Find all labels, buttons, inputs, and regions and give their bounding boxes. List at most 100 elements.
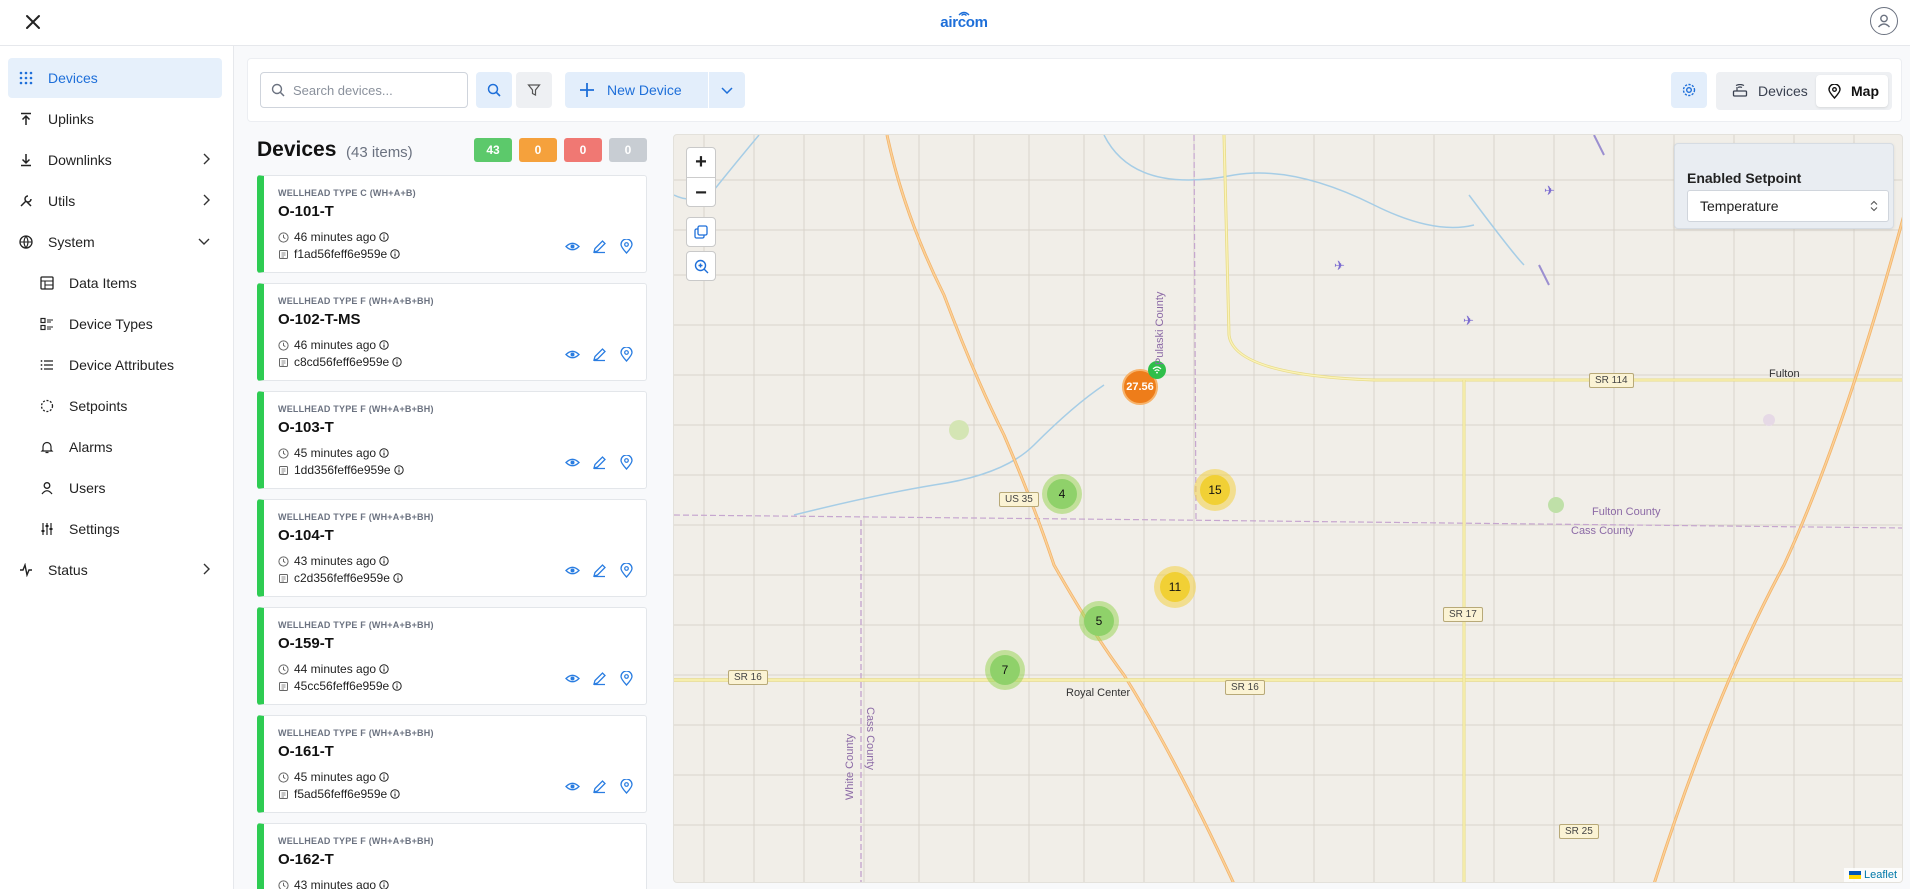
info-icon[interactable] xyxy=(379,772,389,782)
info-icon[interactable] xyxy=(393,573,403,583)
map-attribution[interactable]: Leaflet xyxy=(1843,868,1902,882)
sidebar-item-alarms[interactable]: Alarms xyxy=(8,427,222,467)
sidebar-item-label: Settings xyxy=(69,521,120,537)
locate-pin-icon[interactable] xyxy=(619,563,634,578)
device-type: WELLHEAD TYPE F (WH+A+B+BH) xyxy=(278,836,434,846)
info-icon[interactable] xyxy=(379,340,389,350)
device-card[interactable]: WELLHEAD TYPE F (WH+A+B+BH) O-102-T-MS 4… xyxy=(257,283,647,381)
sidebar-item-downlinks[interactable]: Downlinks xyxy=(8,140,222,180)
chip-icon xyxy=(278,681,289,692)
locate-pin-icon[interactable] xyxy=(619,455,634,470)
status-badge-alarm[interactable]: 0 xyxy=(564,138,602,162)
profile-button[interactable] xyxy=(1870,7,1898,35)
map-settings-button[interactable] xyxy=(1671,72,1707,108)
device-card[interactable]: WELLHEAD TYPE F (WH+A+B+BH) O-104-T 43 m… xyxy=(257,499,647,597)
view-map-button[interactable]: Map xyxy=(1816,75,1888,107)
edit-icon[interactable] xyxy=(592,563,607,578)
edit-icon[interactable] xyxy=(592,671,607,686)
select-arrows-icon xyxy=(1870,200,1878,212)
map-view[interactable]: + − Enabled Setpoint Temperature 4 15 11… xyxy=(673,134,1903,883)
sidebar-item-status[interactable]: Status xyxy=(8,550,222,590)
info-icon[interactable] xyxy=(390,789,400,799)
layers-icon xyxy=(694,225,708,239)
new-device-button[interactable]: New Device xyxy=(565,72,708,108)
locate-pin-icon[interactable] xyxy=(619,779,634,794)
edit-icon[interactable] xyxy=(592,347,607,362)
device-last-seen: 44 minutes ago xyxy=(278,662,389,676)
layers-button[interactable] xyxy=(686,217,716,247)
chip-icon xyxy=(278,573,289,584)
view-eye-icon[interactable] xyxy=(565,563,580,578)
view-devices-button[interactable]: Devices xyxy=(1720,75,1814,107)
status-badge-offline[interactable]: 0 xyxy=(609,138,647,162)
device-time-text: 46 minutes ago xyxy=(294,230,377,244)
close-button[interactable] xyxy=(20,9,46,35)
sidebar-item-device-types[interactable]: Device Types xyxy=(8,304,222,344)
sidebar-item-devices[interactable]: Devices xyxy=(8,58,222,98)
info-icon[interactable] xyxy=(379,556,389,566)
sidebar-item-uplinks[interactable]: Uplinks xyxy=(8,99,222,139)
locate-pin-icon[interactable] xyxy=(619,671,634,686)
sidebar-item-settings[interactable]: Settings xyxy=(8,509,222,549)
device-card[interactable]: WELLHEAD TYPE F (WH+A+B+BH) O-103-T 45 m… xyxy=(257,391,647,489)
info-icon[interactable] xyxy=(392,357,402,367)
view-eye-icon[interactable] xyxy=(565,347,580,362)
status-badge-ok[interactable]: 43 xyxy=(474,138,512,162)
view-toggle: Devices Map xyxy=(1716,72,1892,110)
filter-button[interactable] xyxy=(516,72,552,108)
edit-icon[interactable] xyxy=(592,239,607,254)
sidebar-item-device-attributes[interactable]: Device Attributes xyxy=(8,345,222,385)
info-icon[interactable] xyxy=(379,448,389,458)
sidebar: Devices Uplinks Downlinks Utils System D… xyxy=(0,46,234,889)
sidebar-item-utils[interactable]: Utils xyxy=(8,181,222,221)
edit-icon[interactable] xyxy=(592,455,607,470)
sidebar-item-users[interactable]: Users xyxy=(8,468,222,508)
info-icon[interactable] xyxy=(379,664,389,674)
map-cluster[interactable]: 11 xyxy=(1154,566,1196,608)
zoom-fit-button[interactable] xyxy=(686,251,716,281)
view-eye-icon[interactable] xyxy=(565,455,580,470)
map-cluster[interactable]: 7 xyxy=(985,650,1025,690)
status-badge-warning[interactable]: 0 xyxy=(519,138,557,162)
attribution-link[interactable]: Leaflet xyxy=(1864,869,1897,881)
zoom-out-button[interactable]: − xyxy=(687,178,715,208)
search-button[interactable] xyxy=(476,72,512,108)
view-eye-icon[interactable] xyxy=(565,671,580,686)
map-cluster[interactable]: 4 xyxy=(1042,474,1082,514)
sidebar-item-system[interactable]: System xyxy=(8,222,222,262)
zoom-in-button[interactable]: + xyxy=(687,148,715,178)
view-eye-icon[interactable] xyxy=(565,779,580,794)
info-icon[interactable] xyxy=(379,232,389,242)
info-icon[interactable] xyxy=(390,249,400,259)
map-cluster[interactable]: 15 xyxy=(1194,469,1236,511)
sidebar-item-setpoints[interactable]: Setpoints xyxy=(8,386,222,426)
info-icon[interactable] xyxy=(393,465,404,475)
device-card[interactable]: WELLHEAD TYPE C (WH+A+B) O-101-T 46 minu… xyxy=(257,175,647,273)
cluster-count: 7 xyxy=(990,655,1020,685)
info-icon[interactable] xyxy=(392,681,402,691)
locate-pin-icon[interactable] xyxy=(619,347,634,362)
info-icon[interactable] xyxy=(379,880,389,889)
device-name: O-161-T xyxy=(278,743,334,760)
device-actions xyxy=(565,347,634,362)
device-time-text: 46 minutes ago xyxy=(294,338,377,352)
road-shield-sr17: SR 17 xyxy=(1443,607,1483,622)
locate-pin-icon[interactable] xyxy=(619,239,634,254)
sidebar-item-label: Alarms xyxy=(69,439,113,455)
sidebar-item-data-items[interactable]: Data Items xyxy=(8,263,222,303)
top-bar: aircom xyxy=(0,0,1910,46)
map-cluster[interactable]: 5 xyxy=(1079,601,1119,641)
device-card[interactable]: WELLHEAD TYPE F (WH+A+B+BH) O-161-T 45 m… xyxy=(257,715,647,813)
setpoint-select[interactable]: Temperature xyxy=(1687,190,1889,222)
device-card[interactable]: WELLHEAD TYPE F (WH+A+B+BH) O-162-T 43 m… xyxy=(257,823,647,889)
setpoint-value: Temperature xyxy=(1700,198,1779,214)
alarm-bell-icon xyxy=(39,439,55,455)
airport-icon: ✈ xyxy=(1463,313,1474,328)
chevron-down-icon xyxy=(198,238,210,245)
new-device-dropdown[interactable] xyxy=(709,72,745,108)
search-input[interactable] xyxy=(293,82,453,98)
device-card[interactable]: WELLHEAD TYPE F (WH+A+B+BH) O-159-T 44 m… xyxy=(257,607,647,705)
upload-icon xyxy=(18,111,34,127)
view-eye-icon[interactable] xyxy=(565,239,580,254)
edit-icon[interactable] xyxy=(592,779,607,794)
